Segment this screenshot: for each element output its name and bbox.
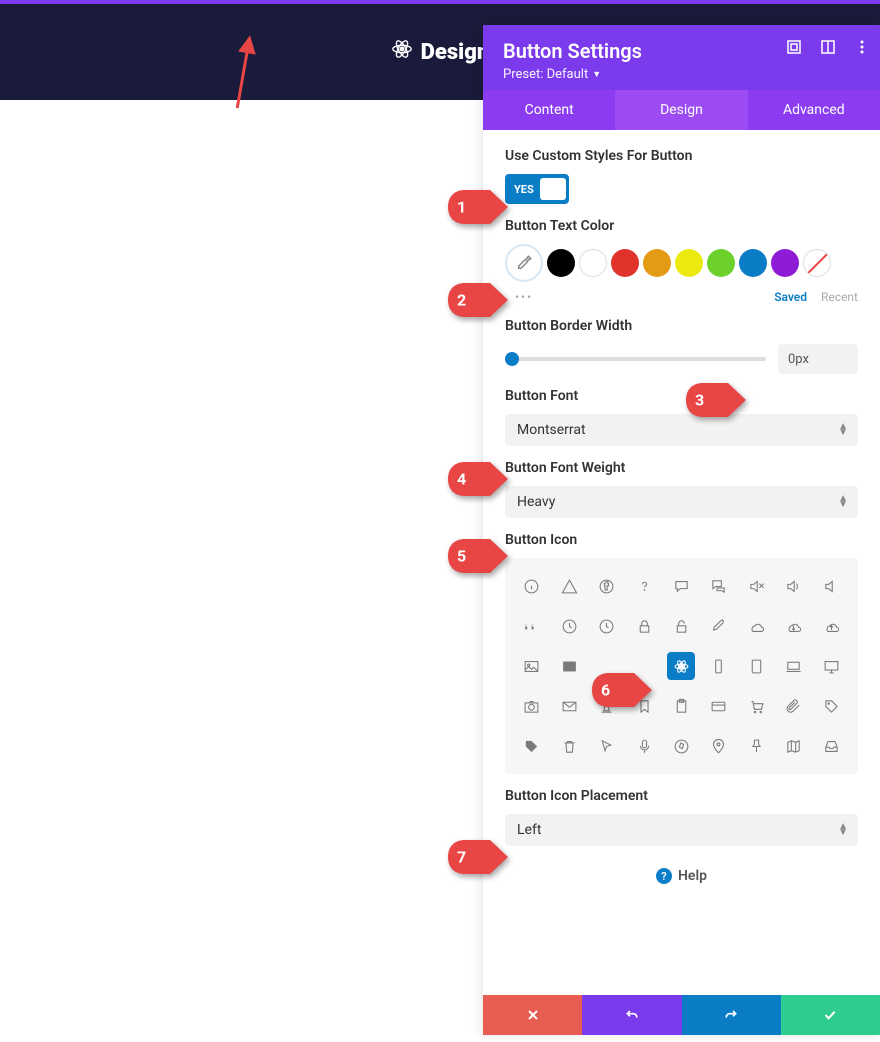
warning-icon[interactable] (555, 572, 583, 600)
help-link[interactable]: ? Help (505, 868, 858, 884)
save-button[interactable] (781, 995, 880, 1035)
font-weight-select[interactable]: Heavy ▲▼ (505, 486, 858, 518)
tab-design[interactable]: Design (615, 90, 747, 130)
swatch-orange[interactable] (643, 249, 671, 277)
cursor-icon[interactable] (593, 732, 621, 760)
volume-icon[interactable] (780, 572, 808, 600)
swatch-purple[interactable] (771, 249, 799, 277)
kebab-icon[interactable] (854, 39, 870, 55)
question-icon[interactable] (630, 572, 658, 600)
image-filled-icon[interactable] (555, 652, 583, 680)
image-icon[interactable] (518, 652, 546, 680)
preset-dropdown[interactable]: Preset: Default▼ (503, 67, 860, 82)
atom-icon (391, 38, 413, 66)
expand-icon[interactable] (786, 39, 802, 55)
trash-icon[interactable] (555, 732, 583, 760)
border-width-input[interactable]: 0px (778, 344, 858, 374)
font-label: Button Font (505, 388, 858, 404)
cloud-download-icon[interactable] (780, 612, 808, 640)
recent-colors-link[interactable]: Recent (821, 290, 858, 304)
compass-icon[interactable] (667, 732, 695, 760)
undo-button[interactable] (582, 995, 681, 1035)
border-width-slider[interactable] (505, 357, 766, 361)
eyedropper-button[interactable] (505, 244, 543, 282)
panel-footer (483, 995, 880, 1035)
border-width-label: Button Border Width (505, 318, 858, 334)
volume-low-icon[interactable] (817, 572, 845, 600)
annotation-2: 2 (448, 283, 508, 317)
envelope-icon[interactable] (555, 692, 583, 720)
annotation-7: 7 (448, 840, 508, 874)
column-icon[interactable] (820, 39, 836, 55)
info-icon[interactable] (518, 572, 546, 600)
icon-placement-select[interactable]: Left ▲▼ (505, 814, 858, 846)
saved-colors-link[interactable]: Saved (774, 290, 807, 304)
facebook-icon[interactable] (593, 572, 621, 600)
panel-header: Button Settings Preset: Default▼ (483, 25, 880, 90)
swatch-white[interactable] (579, 249, 607, 277)
custom-styles-label: Use Custom Styles For Button (505, 148, 858, 164)
brush-icon[interactable] (705, 612, 733, 640)
icon-label: Button Icon (505, 532, 858, 548)
swatch-black[interactable] (547, 249, 575, 277)
map-icon[interactable] (780, 732, 808, 760)
annotation-3: 3 (686, 383, 746, 417)
lock-icon[interactable] (630, 612, 658, 640)
page-header-title: Design (421, 40, 490, 65)
annotation-4: 4 (448, 462, 508, 496)
cloud-upload-icon[interactable] (817, 612, 845, 640)
annotation-1: 1 (448, 190, 508, 224)
unlock-icon[interactable] (667, 612, 695, 640)
clipboard-icon[interactable] (667, 692, 695, 720)
annotation-6: 6 (592, 673, 652, 707)
comment-icon[interactable] (667, 572, 695, 600)
history-icon[interactable] (593, 612, 621, 640)
tab-content[interactable]: Content (483, 90, 615, 130)
credit-card-icon[interactable] (705, 692, 733, 720)
inbox-icon[interactable] (817, 732, 845, 760)
tag-filled-icon[interactable] (518, 732, 546, 760)
chat-icon[interactable] (705, 572, 733, 600)
redo-button[interactable] (682, 995, 781, 1035)
text-color-label: Button Text Color (505, 218, 858, 234)
camera-icon[interactable] (518, 692, 546, 720)
icon-picker (505, 558, 858, 774)
custom-styles-toggle[interactable]: YES (505, 174, 569, 204)
tab-advanced[interactable]: Advanced (748, 90, 880, 130)
cart-icon[interactable] (742, 692, 770, 720)
swatch-green[interactable] (707, 249, 735, 277)
desktop-icon[interactable] (817, 652, 845, 680)
swatch-red[interactable] (611, 249, 639, 277)
help-icon: ? (656, 868, 672, 884)
annotation-5: 5 (448, 539, 508, 573)
mic-icon[interactable] (630, 732, 658, 760)
cloud-icon[interactable] (742, 612, 770, 640)
laptop-icon[interactable] (780, 652, 808, 680)
tag-icon[interactable] (817, 692, 845, 720)
quote-open-icon[interactable] (518, 612, 546, 640)
swatch-blue[interactable] (739, 249, 767, 277)
tabs: Content Design Advanced (483, 90, 880, 130)
tablet-icon[interactable] (742, 652, 770, 680)
paperclip-icon[interactable] (780, 692, 808, 720)
swatch-yellow[interactable] (675, 249, 703, 277)
mobile-icon[interactable] (705, 652, 733, 680)
font-weight-label: Button Font Weight (505, 460, 858, 476)
swatch-transparent[interactable] (803, 249, 831, 277)
more-swatches-icon[interactable]: ••• (515, 290, 533, 304)
icon-placement-label: Button Icon Placement (505, 788, 858, 804)
pushpin-icon[interactable] (742, 732, 770, 760)
location-icon[interactable] (705, 732, 733, 760)
volume-off-icon[interactable] (742, 572, 770, 600)
panel-body: Use Custom Styles For Button YES Button … (483, 130, 880, 995)
settings-panel: Button Settings Preset: Default▼ Content… (483, 25, 880, 1035)
cancel-button[interactable] (483, 995, 582, 1035)
atom-selected-icon[interactable] (667, 652, 695, 680)
font-select[interactable]: Montserrat ▲▼ (505, 414, 858, 446)
clock-icon[interactable] (555, 612, 583, 640)
